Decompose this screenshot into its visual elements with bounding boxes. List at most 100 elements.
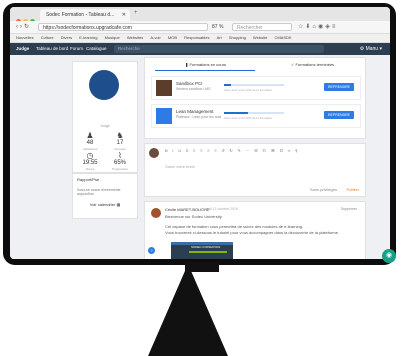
people-icon: ♞ (116, 131, 124, 140)
bookmark-item[interactable]: Responsables (184, 35, 209, 40)
course-subtitle: Plateaux : Lean pour les nuls (176, 115, 222, 119)
bookmark-item[interactable]: CMASDK (274, 35, 291, 40)
stat-users[interactable]: ♟ 48 Utilisateurs (76, 131, 104, 152)
user-menu-label: Manu (365, 46, 379, 52)
stat-groups[interactable]: ♞ 17 Groupes (106, 131, 134, 152)
tutorial-image-caption: SODEC FORMATION (191, 245, 221, 249)
resume-button[interactable]: REPRENDRE (324, 111, 354, 119)
calendar-icon: ▦ (116, 202, 121, 207)
bookmark-item[interactable]: Shopping (229, 35, 246, 40)
tab-formations-terminees[interactable]: ✓ Formations terminées (291, 62, 334, 67)
calendar-link[interactable]: Voir calendrier ▦ (73, 202, 137, 207)
course-progress-bar (224, 112, 284, 114)
course-progress-fill (224, 112, 248, 114)
publish-button[interactable]: Publier (347, 187, 359, 192)
active-tab-indicator (155, 70, 255, 71)
tutorial-image[interactable]: SODEC FORMATION (171, 242, 233, 259)
address-bar[interactable]: https://sodecformations.upgradcafe.com (38, 23, 208, 31)
monitor-stand (148, 264, 228, 356)
nav-buttons: ‹›↻ (16, 23, 31, 30)
course-thumbnail (156, 108, 172, 124)
course-progress-label: Vous avez suivi 40% de la formation (224, 116, 273, 120)
shield-icon[interactable]: ◈ (325, 24, 332, 30)
avatar[interactable] (151, 208, 161, 218)
course-thumbnail (156, 80, 172, 96)
course-row[interactable]: Lean Management Plateaux : Lean pour les… (151, 104, 361, 128)
course-progress-bar (224, 84, 284, 86)
nav-catalogue[interactable]: Catalogue (86, 43, 107, 55)
avatar[interactable] (89, 70, 119, 100)
person-icon: ♟ (86, 131, 94, 140)
post-text-line: Vous trouverez ci-dessous le tutoriel po… (165, 230, 340, 235)
tab-label: Formations en cours (189, 62, 226, 67)
course-progress-label: Vous avez suivi 12% de la formation (224, 88, 273, 92)
post-text-line: Bienvenue sur Sodec University. (165, 214, 223, 219)
chart-icon: ⌇ (118, 151, 122, 160)
bookmark-item[interactable]: MOB (168, 35, 177, 40)
links-title: Rapport/Pse (77, 177, 100, 182)
help-icon[interactable]: ? (148, 247, 155, 254)
menu-icon[interactable]: ≡ (332, 24, 338, 30)
bookmark-icon: ❚ (185, 62, 189, 67)
bookmark-item[interactable]: A-voir (150, 35, 160, 40)
tab-label: Formations terminées (295, 62, 335, 67)
nav-dashboard[interactable]: Tableau de bord (36, 43, 68, 55)
toolbar-icons: ☆⬇⌂◉◈≡ (298, 23, 337, 30)
tab-formations-en-cours[interactable]: ❚ Formations en cours (185, 62, 226, 67)
stat-value: 17 (116, 140, 124, 146)
bookmark-item[interactable]: Divers (61, 35, 72, 40)
clock-icon: ◷ (86, 151, 94, 160)
course-progress-fill (224, 84, 232, 86)
app-brand[interactable]: Judge (16, 43, 29, 55)
user-menu[interactable]: ⚙ Manu ▾ (360, 43, 382, 55)
post-date: Lundi 12 octobre 2015 (203, 207, 238, 211)
bookmark-item[interactable]: Musique (105, 35, 120, 40)
stat-value: 48 (86, 140, 94, 146)
stat-label: Temps (85, 167, 95, 171)
chat-icon[interactable]: ◉ (382, 249, 396, 263)
delete-post-button[interactable]: Supprimer (341, 207, 357, 211)
visibility-selector[interactable]: Sans privilèges (310, 187, 337, 192)
feed-post: Cécile MARET-BOUCHE Lundi 12 octobre 201… (144, 201, 366, 259)
editor-toolbar[interactable]: B I U S ≡ ≡ ≡ ≡ ↺ ↻ ✎ ⋯ ☰ ☷ ⌘ ⊡ ∞ ¶ (165, 148, 299, 153)
close-tab-icon[interactable]: ✕ (122, 9, 126, 21)
settings-icon[interactable]: ⚙ (360, 46, 364, 52)
bookmark-item[interactable]: E-learning (79, 35, 97, 40)
formations-panel: ❚ Formations en cours ✓ Formations termi… (144, 57, 366, 139)
bookmark-item[interactable]: Art (217, 35, 222, 40)
bookmark-item[interactable]: Culture (41, 35, 54, 40)
course-row[interactable]: Sandbox PCI Secteur sandbox LMS Vous ave… (151, 76, 361, 100)
browser-search-input[interactable]: Rechercher (232, 23, 292, 31)
reload-icon[interactable]: ↻ (24, 24, 31, 30)
links-panel: Rapport/Pse Sous-se aucun evenemente auj… (72, 173, 138, 219)
post-text-line: Cet espace de formation vous permettra d… (165, 224, 304, 229)
zoom-level[interactable]: 87 % (212, 24, 223, 30)
bookmark-item[interactable]: Website (253, 35, 267, 40)
browser-tab[interactable]: Sodec Formation - Tableau d... ✕ (40, 9, 130, 21)
new-tab-button[interactable]: + (134, 10, 138, 16)
course-subtitle: Secteur sandbox LMS (176, 87, 211, 91)
stat-value: 65% (113, 160, 126, 166)
screen: Sodec Formation - Tableau d... ✕ + ‹›↻ h… (10, 7, 390, 259)
check-icon: ✓ (291, 62, 295, 67)
tutorial-image-bar (189, 251, 227, 253)
bookmark-item[interactable]: Nouvelles (16, 35, 34, 40)
app-nav: Judge Tableau de bord Forum Catalogue Re… (10, 43, 390, 55)
stat-label: Progression (111, 167, 128, 171)
stat-value: 19:55 (82, 160, 98, 166)
nav-forum[interactable]: Forum (70, 43, 83, 55)
app-search-input[interactable]: Recherche (114, 45, 324, 53)
profile-username: Judge (100, 124, 110, 128)
links-subtitle: Sous-se aucun evenemente aujourd'hui (77, 188, 121, 196)
stat-time[interactable]: ◷ 19:55 Temps (76, 151, 104, 172)
course-title: Lean Management (176, 109, 214, 114)
main-content: Judge ♟ 48 Utilisateurs ♞ 17 Groupes ◷ 1… (10, 55, 390, 259)
resume-button[interactable]: REPRENDRE (324, 83, 354, 91)
bookmark-item[interactable]: Websites (127, 35, 143, 40)
editor-input[interactable]: Saisir votre texte (165, 164, 195, 169)
avatar (149, 148, 159, 158)
post-editor: B I U S ≡ ≡ ≡ ≡ ↺ ↻ ✎ ⋯ ☰ ☷ ⌘ ⊡ ∞ ¶ Sais… (144, 143, 366, 197)
stat-progress[interactable]: ⌇ 65% Progression (106, 151, 134, 172)
calendar-link-label: Voir calendrier (89, 202, 116, 207)
browser-tab-title: Sodec Formation - Tableau d... (46, 12, 115, 18)
